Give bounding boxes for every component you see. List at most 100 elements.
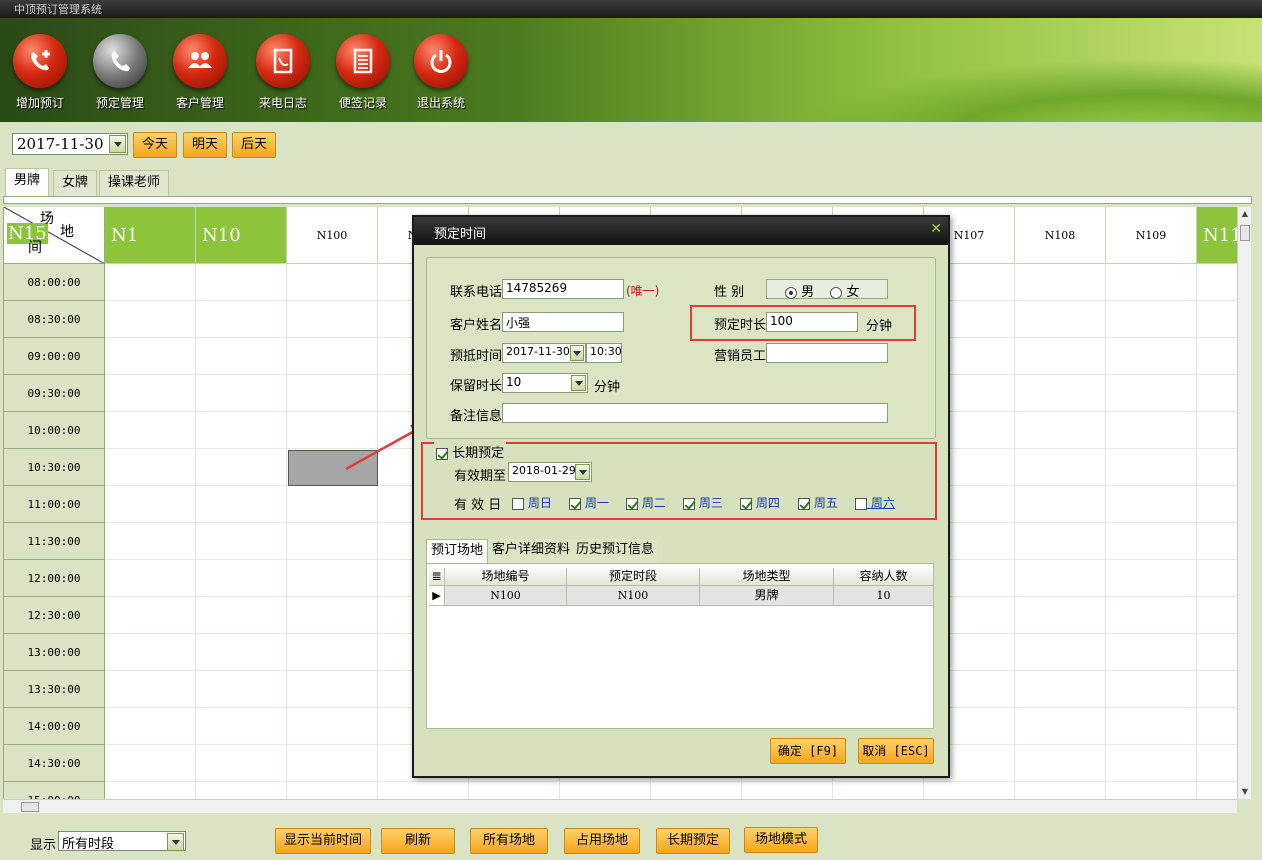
customer-management-button[interactable]: 客户管理: [165, 34, 235, 111]
refresh-button[interactable]: 刷新: [381, 828, 455, 854]
booking-cell[interactable]: [1015, 264, 1106, 301]
day-wednesday[interactable]: 周三: [683, 494, 723, 511]
court-column-header[interactable]: N109: [1106, 207, 1197, 264]
notes-button[interactable]: 便签记录: [328, 34, 398, 111]
table-cell[interactable]: N100: [445, 586, 567, 606]
scroll-down-icon[interactable]: ▼: [1240, 787, 1250, 797]
booking-cell[interactable]: [287, 671, 378, 708]
day-checkbox[interactable]: [798, 497, 810, 510]
booking-cell[interactable]: [1197, 671, 1237, 708]
booking-cell[interactable]: [1015, 375, 1106, 412]
booking-cell[interactable]: [1015, 523, 1106, 560]
court-column-header[interactable]: N10: [196, 207, 287, 264]
booking-cell[interactable]: [287, 782, 378, 799]
close-icon[interactable]: ✕: [930, 221, 942, 237]
day-saturday[interactable]: 周六: [855, 494, 895, 511]
day-friday[interactable]: 周五: [798, 494, 838, 511]
booking-cell[interactable]: [1197, 301, 1237, 338]
booking-cell[interactable]: [469, 782, 560, 799]
chevron-down-icon[interactable]: [571, 375, 586, 391]
long-term-toggle[interactable]: 长期预定: [434, 442, 507, 461]
booking-cell[interactable]: [287, 597, 378, 634]
booking-cell[interactable]: [1015, 560, 1106, 597]
booking-cell[interactable]: [196, 782, 287, 799]
scroll-thumb[interactable]: [1240, 225, 1250, 241]
booking-cell[interactable]: [1106, 597, 1197, 634]
booking-cell[interactable]: [1106, 264, 1197, 301]
court-column-header[interactable]: N100: [287, 207, 378, 264]
booking-cell[interactable]: [196, 375, 287, 412]
long-term-checkbox[interactable]: [436, 447, 448, 460]
booking-cell[interactable]: [287, 375, 378, 412]
duration-input[interactable]: 100: [766, 312, 858, 332]
keep-select[interactable]: 10: [502, 373, 588, 393]
booking-cell[interactable]: [1197, 560, 1237, 597]
booking-cell[interactable]: [105, 375, 196, 412]
exit-button[interactable]: 退出系统: [406, 34, 476, 111]
booking-cell[interactable]: [1197, 486, 1237, 523]
day-checkbox[interactable]: [569, 497, 581, 510]
day-sunday[interactable]: 周日: [512, 494, 552, 511]
day-tuesday[interactable]: 周二: [626, 494, 666, 511]
booking-cell[interactable]: [1015, 486, 1106, 523]
booking-cell[interactable]: [105, 782, 196, 799]
booking-cell[interactable]: [1015, 449, 1106, 486]
tab-booked-courts[interactable]: 预订场地: [426, 539, 489, 563]
scroll-up-icon[interactable]: ▲: [1240, 209, 1250, 219]
booking-cell[interactable]: [196, 671, 287, 708]
booking-cell[interactable]: [196, 338, 287, 375]
booking-cell[interactable]: [560, 782, 651, 799]
all-courts-button[interactable]: 所有场地: [470, 828, 548, 854]
booking-cell[interactable]: [287, 560, 378, 597]
booking-cell[interactable]: [196, 301, 287, 338]
booking-cell[interactable]: [287, 264, 378, 301]
booking-cell[interactable]: [1106, 486, 1197, 523]
booking-cell[interactable]: [1197, 597, 1237, 634]
booking-cell[interactable]: [1015, 782, 1106, 799]
booking-cell[interactable]: [1106, 671, 1197, 708]
booking-cell[interactable]: [105, 301, 196, 338]
booking-cell[interactable]: [1015, 745, 1106, 782]
booking-cell[interactable]: [287, 486, 378, 523]
booking-cell[interactable]: [196, 560, 287, 597]
booking-cell[interactable]: [105, 634, 196, 671]
column-header[interactable]: 预定时段: [567, 568, 700, 586]
booking-cell[interactable]: [1197, 745, 1237, 782]
booking-cell[interactable]: [287, 301, 378, 338]
tab-customer-details[interactable]: 客户详细资料: [488, 539, 575, 563]
remark-input[interactable]: [502, 403, 888, 423]
add-booking-button[interactable]: 增加预订: [5, 34, 75, 111]
tab-men[interactable]: 男牌: [5, 168, 50, 196]
tab-booking-history[interactable]: 历史预订信息: [572, 539, 659, 563]
booking-cell[interactable]: [105, 745, 196, 782]
booking-cell[interactable]: [287, 708, 378, 745]
day-checkbox[interactable]: [683, 497, 695, 510]
booking-cell[interactable]: [105, 338, 196, 375]
ok-button[interactable]: 确定 [F9]: [770, 738, 846, 764]
booking-cell[interactable]: [1197, 375, 1237, 412]
column-header[interactable]: 容纳人数: [834, 568, 934, 586]
booking-cell[interactable]: [1015, 338, 1106, 375]
court-mode-button[interactable]: 场地模式: [744, 827, 818, 853]
booking-cell[interactable]: [1106, 634, 1197, 671]
booking-cell[interactable]: [924, 782, 1015, 799]
booking-cell[interactable]: [105, 708, 196, 745]
valid-until-select[interactable]: 2018-01-29: [508, 462, 592, 482]
chevron-down-icon[interactable]: [575, 464, 590, 480]
booking-cell[interactable]: [1015, 708, 1106, 745]
booking-cell[interactable]: [1197, 338, 1237, 375]
booking-management-button[interactable]: 预定管理: [85, 34, 155, 111]
booking-cell[interactable]: [105, 412, 196, 449]
booking-cell[interactable]: [1197, 708, 1237, 745]
vertical-scrollbar[interactable]: ▲ ▼: [1237, 207, 1251, 799]
day-checkbox[interactable]: [626, 497, 638, 510]
booking-cell[interactable]: [196, 412, 287, 449]
hscroll-thumb[interactable]: [21, 802, 39, 812]
column-header[interactable]: 场地编号: [445, 568, 567, 586]
show-current-time-button[interactable]: 显示当前时间: [275, 828, 371, 854]
booking-cell[interactable]: [196, 449, 287, 486]
tab-coach[interactable]: 操课老师: [99, 170, 170, 196]
column-header[interactable]: 场地类型: [700, 568, 834, 586]
day-checkbox[interactable]: [740, 497, 752, 510]
sales-input[interactable]: [766, 343, 888, 363]
